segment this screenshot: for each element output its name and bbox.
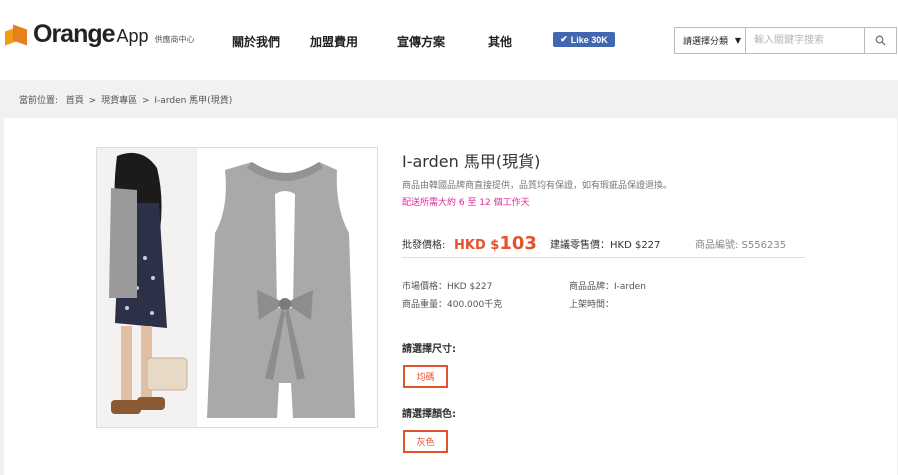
- category-select-value: 請選擇分類: [683, 37, 729, 47]
- wholesale-price-label: 批發價格:: [402, 240, 446, 251]
- wholesale-price-value: 103: [499, 233, 537, 254]
- brand-logo[interactable]: Orange App 供應商中心: [5, 21, 195, 47]
- caret-down-icon: ▼: [734, 36, 741, 45]
- nav-promotion[interactable]: 宣傳方案: [397, 33, 445, 50]
- breadcrumb-category[interactable]: 現貨專區: [101, 96, 137, 106]
- nav-other[interactable]: 其他: [488, 33, 512, 50]
- like-label: Like 30K: [570, 34, 608, 45]
- product-weight: 商品重量：400.000千克: [402, 300, 503, 310]
- color-option-button[interactable]: 灰色: [403, 430, 448, 453]
- price-row: 批發價格: HKD $103 建議零售價：HKD $227 商品編號: S556…: [402, 228, 805, 258]
- product-image[interactable]: [96, 147, 378, 428]
- logo-subtitle: 供應商中心: [154, 35, 195, 44]
- size-option-button[interactable]: 均碼: [403, 365, 448, 388]
- breadcrumb-home[interactable]: 首頁: [66, 96, 84, 106]
- category-select[interactable]: 請選擇分類 ▼: [674, 27, 746, 54]
- product-photo-illustration: [97, 148, 377, 427]
- search-input[interactable]: [745, 27, 865, 54]
- wholesale-price: HKD $103: [454, 233, 537, 254]
- breadcrumb-prefix: 當前位置:: [19, 96, 59, 106]
- search-icon: [875, 35, 886, 46]
- site-header: Orange App 供應商中心 關於我們 加盟費用 宣傳方案 其他 ✔ Lik…: [0, 0, 898, 80]
- breadcrumb-separator: >: [88, 96, 97, 106]
- product-title: I-arden 馬甲(現貨): [402, 152, 541, 171]
- market-price: 市場價格：HKD $227: [402, 282, 493, 292]
- breadcrumb: 當前位置: 首頁 > 現貨專區 > I-arden 馬甲(現貨): [19, 93, 234, 106]
- logo-app-text: App: [116, 26, 149, 46]
- suggested-retail-price: 建議零售價：HKD $227: [550, 240, 661, 251]
- shipping-note: 配送所需大約 6 至 12 個工作天: [402, 198, 530, 208]
- listed-time: 上架時間：: [569, 300, 615, 310]
- product-sku: 商品編號: S556235: [695, 240, 787, 251]
- size-label: 請選擇尺寸:: [402, 344, 456, 355]
- product-brand: 商品品牌：I-arden: [569, 282, 646, 292]
- breadcrumb-separator: >: [141, 96, 150, 106]
- product-description: 商品由韓國品牌商直接提供，品質均有保證，如有瑕疵品保證退換。: [402, 181, 673, 191]
- logo-text: Orange: [33, 20, 116, 48]
- breadcrumb-current: I-arden 馬甲(現貨): [154, 96, 233, 106]
- facebook-like-button[interactable]: ✔ Like 30K: [553, 32, 615, 47]
- search-button[interactable]: [864, 27, 897, 54]
- nav-fees[interactable]: 加盟費用: [310, 33, 358, 50]
- color-label: 請選擇顏色:: [402, 409, 456, 420]
- wholesale-currency: HKD $: [454, 238, 500, 253]
- check-icon: ✔: [560, 34, 568, 44]
- orange-logo-icon: [5, 23, 29, 47]
- nav-about[interactable]: 關於我們: [232, 33, 280, 50]
